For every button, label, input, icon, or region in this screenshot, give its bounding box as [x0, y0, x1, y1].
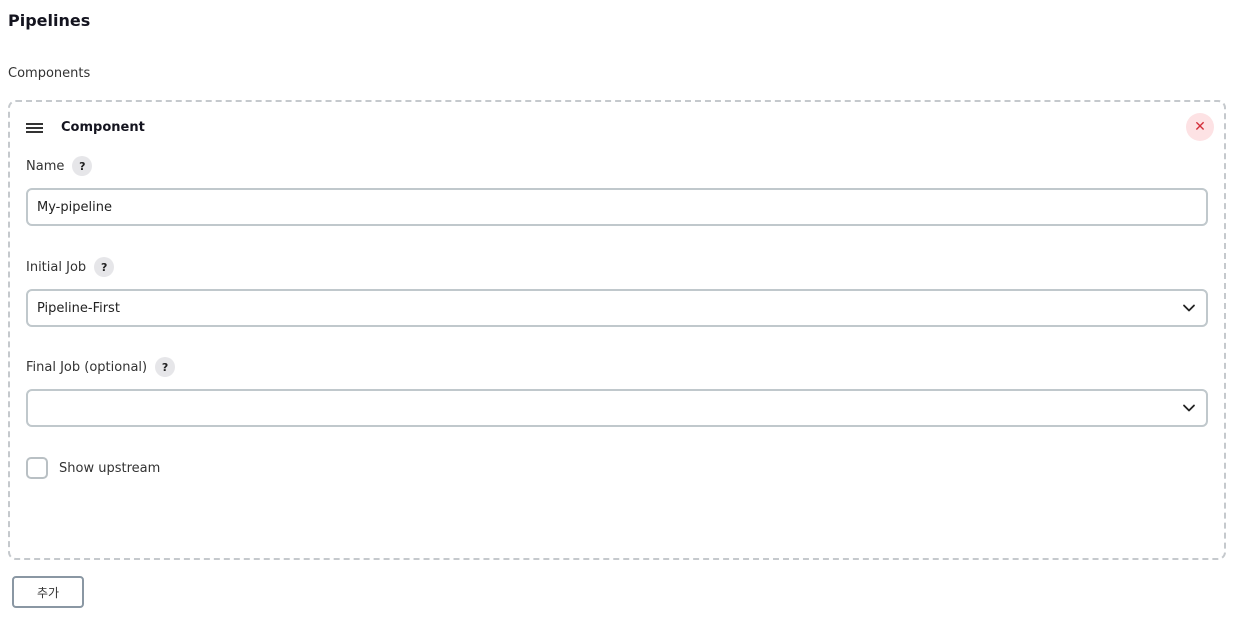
- initial-job-select[interactable]: Pipeline-First: [26, 289, 1208, 327]
- initial-job-field-label: Initial Job ?: [26, 257, 115, 277]
- component-title: Component: [61, 120, 145, 135]
- name-label-text: Name: [26, 158, 65, 174]
- add-button[interactable]: 추가: [12, 576, 84, 608]
- component-card: Component ✕ Name ? Initial Job ? Pipelin…: [8, 100, 1226, 560]
- page-title: Pipelines: [8, 11, 91, 30]
- help-icon[interactable]: ?: [155, 357, 176, 377]
- show-upstream-row: Show upstream: [26, 457, 160, 479]
- help-icon[interactable]: ?: [72, 156, 93, 176]
- component-header: Component: [26, 120, 145, 135]
- name-field-label: Name ?: [26, 156, 93, 176]
- close-icon[interactable]: ✕: [1186, 113, 1214, 141]
- name-input[interactable]: [26, 188, 1208, 226]
- chevron-down-icon: [1183, 404, 1195, 412]
- help-icon[interactable]: ?: [94, 257, 115, 277]
- show-upstream-checkbox[interactable]: [26, 457, 48, 479]
- final-job-field-label: Final Job (optional) ?: [26, 357, 176, 377]
- show-upstream-label[interactable]: Show upstream: [59, 461, 160, 476]
- components-section-label: Components: [8, 66, 91, 81]
- hamburger-drag-icon[interactable]: [26, 122, 43, 134]
- chevron-down-icon: [1183, 304, 1195, 312]
- initial-job-label-text: Initial Job: [26, 259, 87, 275]
- final-job-label-text: Final Job (optional): [26, 359, 148, 375]
- final-job-select[interactable]: [26, 389, 1208, 427]
- initial-job-selected-value: Pipeline-First: [37, 300, 120, 316]
